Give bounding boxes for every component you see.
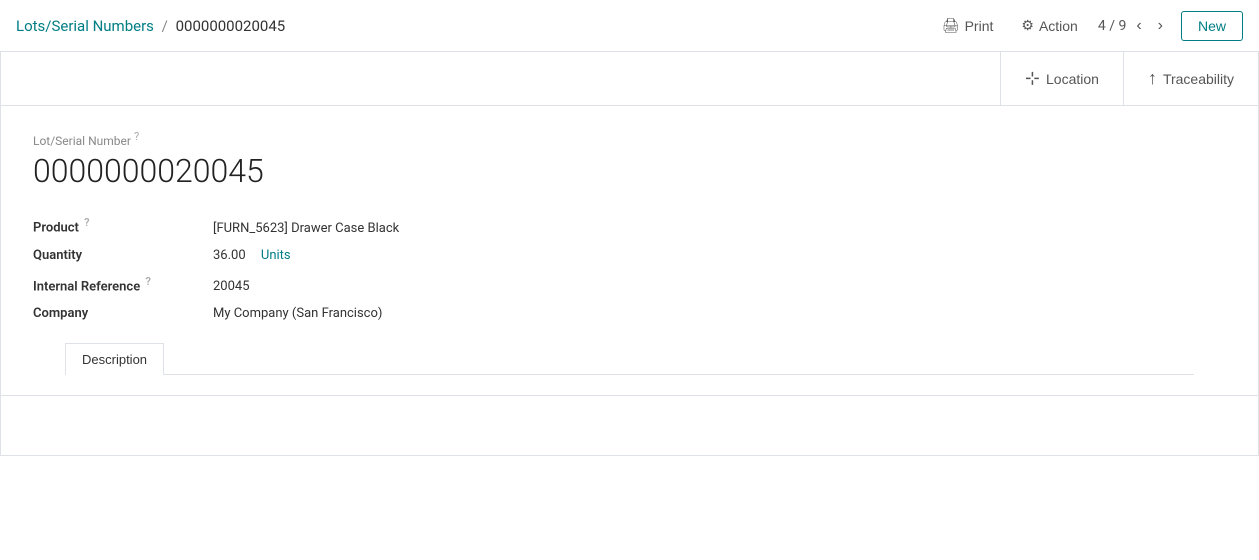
tabs-bar: Description [65,343,1194,375]
location-label: Location [1046,71,1099,87]
print-label: Print [965,18,994,34]
gear-icon: ⚙ [1021,17,1034,34]
quantity-value: 36.00 Units [213,248,291,263]
breadcrumb-current: 0000000020045 [176,17,286,35]
units-link[interactable]: Units [261,248,291,263]
pager-prev-button[interactable]: ‹ [1130,16,1147,36]
top-header: Lots/Serial Numbers / 0000000020045 🖨 Pr… [0,0,1259,52]
product-value: [FURN_5623] Drawer Case Black [213,221,399,236]
move-icon: ⊹ [1025,68,1040,89]
action-label: Action [1039,18,1078,34]
lot-number-display: 0000000020045 [33,152,1226,190]
smart-buttons-bar: ⊹ Location ↑ Traceability [0,52,1259,106]
main-content: Lot/Serial Number ? 0000000020045 Produc… [0,106,1259,456]
internal-ref-help-icon[interactable]: ? [145,275,150,288]
new-button[interactable]: New [1181,11,1243,41]
breadcrumb: Lots/Serial Numbers / 0000000020045 [16,17,285,35]
lot-serial-help-icon[interactable]: ? [134,130,139,143]
print-button[interactable]: 🖨 Print [934,11,1002,40]
breadcrumb-link[interactable]: Lots/Serial Numbers [16,17,154,35]
internal-ref-row: Internal Reference ? 20045 [33,269,1226,300]
lot-serial-field-label: Lot/Serial Number ? [33,130,1226,148]
tab-description[interactable]: Description [65,343,164,375]
arrow-up-icon: ↑ [1148,68,1157,89]
pager: 4 / 9 ‹ › [1098,16,1169,36]
product-label: Product ? [33,216,213,235]
printer-icon: 🖨 [942,17,960,34]
location-button[interactable]: ⊹ Location [1000,52,1123,105]
company-label: Company [33,306,213,321]
product-help-icon[interactable]: ? [84,216,89,229]
product-row: Product ? [FURN_5623] Drawer Case Black [33,210,1226,241]
quantity-label: Quantity [33,248,213,263]
breadcrumb-separator: / [162,17,168,35]
traceability-button[interactable]: ↑ Traceability [1123,52,1258,105]
header-actions: 🖨 Print ⚙ Action 4 / 9 ‹ › New [934,11,1243,41]
company-value: My Company (San Francisco) [213,306,382,321]
form-fields: Product ? [FURN_5623] Drawer Case Black … [33,210,1226,327]
internal-ref-label: Internal Reference ? [33,275,213,294]
internal-ref-value: 20045 [213,279,250,294]
pager-next-button[interactable]: › [1152,16,1169,36]
company-row: Company My Company (San Francisco) [33,300,1226,327]
form-section: Lot/Serial Number ? 0000000020045 Produc… [1,106,1258,395]
traceability-label: Traceability [1163,71,1234,87]
quantity-row: Quantity 36.00 Units [33,242,1226,269]
description-area [1,395,1258,455]
pager-text: 4 / 9 [1098,18,1126,34]
action-button[interactable]: ⚙ Action [1013,11,1085,40]
